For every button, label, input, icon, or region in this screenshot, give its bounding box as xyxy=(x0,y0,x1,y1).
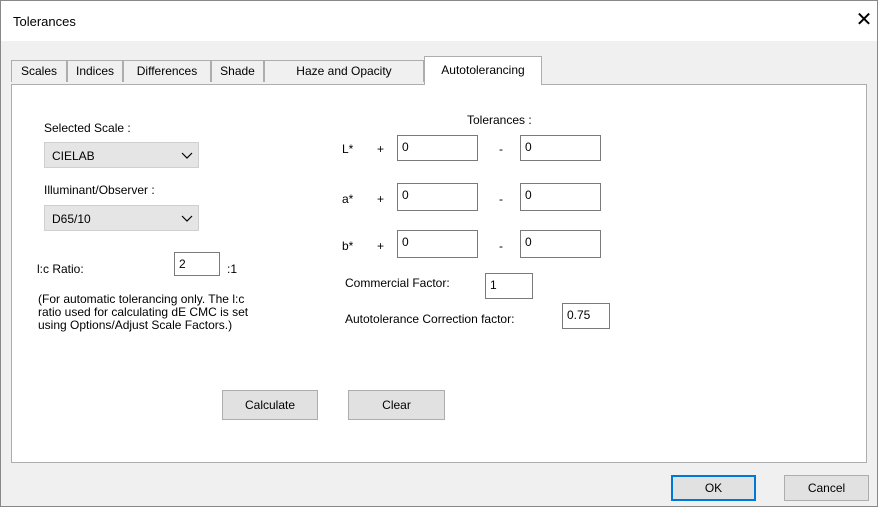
a-star-minus-value: 0 xyxy=(525,188,532,202)
ok-button[interactable]: OK xyxy=(671,475,756,501)
note-line: using Options/Adjust Scale Factors.) xyxy=(38,318,233,332)
autotolerance-correction-value: 0.75 xyxy=(567,308,591,322)
plus-sign: + xyxy=(377,192,385,206)
plus-sign: + xyxy=(377,239,385,253)
window-title: Tolerances xyxy=(13,14,76,29)
illuminant-observer-dropdown[interactable]: D65/10 xyxy=(44,205,199,231)
autotolerance-correction-label: Autotolerance Correction factor: xyxy=(345,312,515,326)
lc-ratio-note: (For automatic tolerancing only. The l:c… xyxy=(38,293,248,332)
a-star-plus-input[interactable]: 0 xyxy=(397,183,478,211)
l-star-minus-input[interactable]: 0 xyxy=(520,135,601,161)
l-star-minus-value: 0 xyxy=(525,140,532,154)
l-star-plus-input[interactable]: 0 xyxy=(397,135,478,161)
autotolerancing-panel: Selected Scale : CIELAB Illuminant/Obser… xyxy=(11,84,867,463)
selected-scale-value: CIELAB xyxy=(52,149,95,163)
illuminant-observer-label: Illuminant/Observer : xyxy=(44,183,155,197)
b-star-minus-input[interactable]: 0 xyxy=(520,230,601,258)
commercial-factor-value: 1 xyxy=(490,278,497,292)
illuminant-observer-value: D65/10 xyxy=(52,212,91,226)
minus-sign: - xyxy=(499,239,503,253)
lc-ratio-input[interactable]: 2 xyxy=(174,252,220,276)
minus-sign: - xyxy=(499,192,503,206)
title-bar: Tolerances ✕ xyxy=(1,1,877,41)
a-star-label: a* xyxy=(342,192,354,206)
selected-scale-label: Selected Scale : xyxy=(44,121,131,135)
b-star-minus-value: 0 xyxy=(525,235,532,249)
b-star-plus-value: 0 xyxy=(402,235,409,249)
tab-differences[interactable]: Differences xyxy=(123,60,211,82)
tolerances-dialog: Tolerances ✕ Scales Indices Differences … xyxy=(0,0,878,507)
tab-scales[interactable]: Scales xyxy=(11,60,67,82)
lc-ratio-value: 2 xyxy=(179,257,186,271)
chevron-down-icon xyxy=(181,152,193,159)
a-star-plus-value: 0 xyxy=(402,188,409,202)
autotolerance-correction-input[interactable]: 0.75 xyxy=(562,303,610,329)
commercial-factor-label: Commercial Factor: xyxy=(345,276,450,290)
minus-sign: - xyxy=(499,142,503,156)
clear-button[interactable]: Clear xyxy=(348,390,445,420)
tab-indices[interactable]: Indices xyxy=(67,60,123,82)
l-star-label: L* xyxy=(342,142,354,156)
lc-ratio-label: l:c Ratio: xyxy=(37,262,84,276)
tab-haze-and-opacity[interactable]: Haze and Opacity xyxy=(264,60,424,82)
b-star-label: b* xyxy=(342,239,354,253)
commercial-factor-input[interactable]: 1 xyxy=(485,273,533,299)
chevron-down-icon xyxy=(181,215,193,222)
plus-sign: + xyxy=(377,142,385,156)
tolerances-header: Tolerances : xyxy=(467,113,532,127)
tab-autotolerancing[interactable]: Autotolerancing xyxy=(424,56,542,85)
cancel-button[interactable]: Cancel xyxy=(784,475,869,501)
calculate-button[interactable]: Calculate xyxy=(222,390,318,420)
b-star-plus-input[interactable]: 0 xyxy=(397,230,478,258)
tab-shade[interactable]: Shade xyxy=(211,60,264,82)
selected-scale-dropdown[interactable]: CIELAB xyxy=(44,142,199,168)
lc-ratio-suffix: :1 xyxy=(227,262,238,276)
l-star-plus-value: 0 xyxy=(402,140,409,154)
a-star-minus-input[interactable]: 0 xyxy=(520,183,601,211)
close-icon[interactable]: ✕ xyxy=(853,8,875,32)
